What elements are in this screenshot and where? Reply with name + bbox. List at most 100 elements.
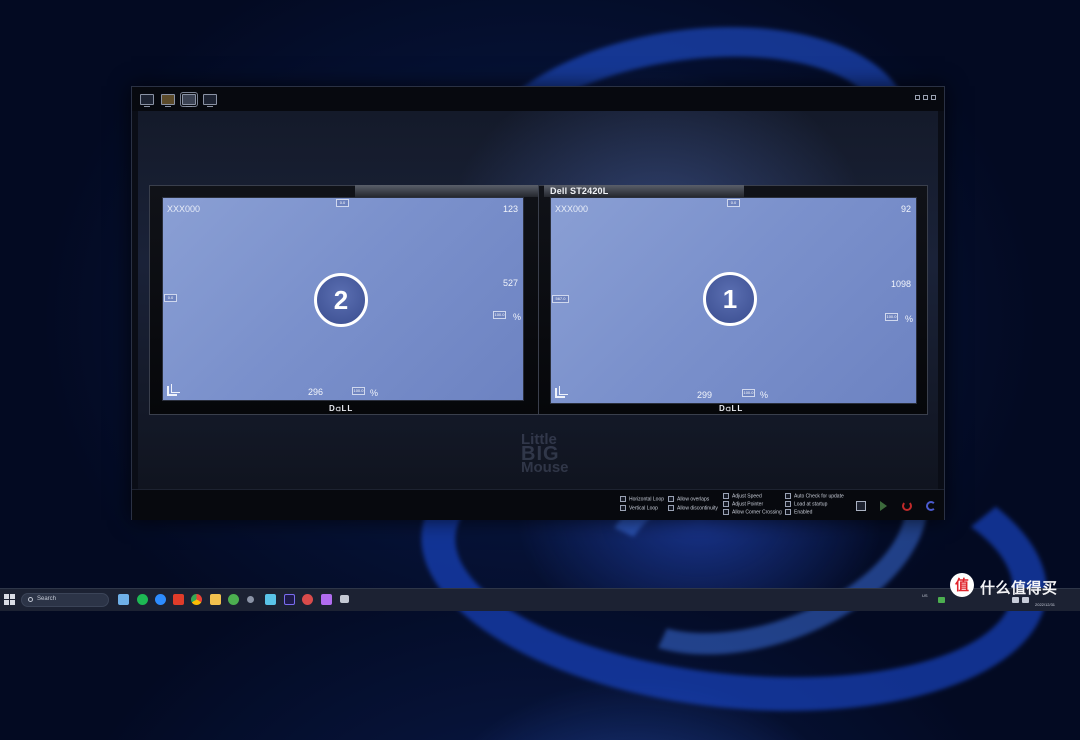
monitor-name: XXX000: [555, 204, 589, 214]
option-label: Auto Check for update: [794, 493, 844, 500]
option-label: Enabled: [794, 509, 813, 516]
monitor-screen[interactable]: XXX000 123 527 0.0 0.0 100.0 % 2 296 100…: [162, 197, 524, 401]
horizontal-loop-option[interactable]: Horizontal Loop: [620, 496, 664, 502]
refresh-icon[interactable]: [926, 501, 936, 511]
weather-icon[interactable]: [118, 594, 129, 605]
watermark-line: Mouse: [521, 459, 569, 476]
allow-corner-crossing-option[interactable]: Allow Corner Crossing: [723, 509, 782, 515]
options-bar: Horizontal Loop Vertical Loop Allow over…: [132, 489, 944, 520]
right-value: 527: [502, 278, 518, 288]
top-input[interactable]: 0.0: [336, 199, 349, 207]
app-circle-icon[interactable]: [302, 594, 313, 605]
window-controls: [915, 95, 936, 100]
tray-app-icon[interactable]: [938, 597, 945, 603]
site-logo-text: 什么值得买: [980, 580, 1058, 597]
percent-label: %: [905, 314, 914, 324]
percent-label: %: [370, 388, 379, 398]
brand-logo: D⫏LL: [719, 404, 744, 413]
left-input[interactable]: 0.0: [164, 294, 177, 302]
adjust-pointer-option[interactable]: Adjust Pointer: [723, 501, 763, 507]
monitor-2[interactable]: XXX000 123 527 0.0 0.0 100.0 % 2 296 100…: [149, 185, 539, 415]
app-watermark: Little BIG Mouse: [521, 432, 581, 476]
checkbox[interactable]: [668, 505, 674, 511]
vertical-loop-option[interactable]: Vertical Loop: [620, 505, 658, 511]
load-at-startup-option[interactable]: Load at startup: [785, 501, 827, 507]
chrome-icon[interactable]: [191, 594, 202, 605]
littlebigmouse-window: XXX000 123 527 0.0 0.0 100.0 % 2 296 100…: [131, 86, 945, 520]
bottom-input[interactable]: 100.0: [352, 387, 365, 395]
monitor-name: XXX000: [167, 204, 201, 214]
percent-label: %: [760, 390, 769, 400]
checkbox[interactable]: [723, 501, 729, 507]
size-corner-icon[interactable]: [167, 384, 180, 396]
play-icon[interactable]: [880, 501, 887, 511]
monitor-link-icon[interactable]: [180, 92, 198, 107]
checkbox[interactable]: [723, 493, 729, 499]
checkbox[interactable]: [620, 496, 626, 502]
checkbox[interactable]: [668, 496, 674, 502]
monitor-id-badge: 2: [314, 273, 368, 327]
settings-icon[interactable]: [247, 596, 254, 603]
allow-discontinuity-option[interactable]: Allow discontinuity: [668, 505, 718, 511]
file-explorer-icon[interactable]: [210, 594, 221, 605]
power-icon[interactable]: [902, 501, 912, 511]
zoom-icon[interactable]: [155, 594, 166, 605]
option-label: Allow discontinuity: [677, 505, 718, 512]
checkbox[interactable]: [620, 505, 626, 511]
littlebigmouse-icon[interactable]: [340, 595, 349, 603]
enabled-option[interactable]: Enabled: [785, 509, 812, 515]
search-icon: [28, 597, 33, 602]
monitor-id-badge: 1: [703, 272, 757, 326]
windows-start-icon[interactable]: [4, 594, 16, 606]
search-placeholder: Search: [37, 596, 57, 602]
monitor-dual-icon[interactable]: [203, 94, 217, 107]
taskbar: Search US 2022/12/31: [0, 588, 1080, 611]
bottom-value: 296: [308, 387, 324, 397]
monitor-screen[interactable]: XXX000 92 1098 0.0 567.0 100.0 % 1 299 1…: [550, 197, 917, 404]
size-corner-icon[interactable]: [555, 386, 568, 398]
app-purple-icon[interactable]: [321, 594, 332, 605]
right-input[interactable]: 100.0: [885, 313, 898, 321]
taskbar-search[interactable]: Search: [21, 593, 109, 607]
app-red-icon[interactable]: [173, 594, 184, 605]
save-icon[interactable]: [856, 501, 866, 511]
monitor-layout-canvas[interactable]: XXX000 123 527 0.0 0.0 100.0 % 2 296 100…: [138, 111, 938, 489]
checkbox[interactable]: [723, 509, 729, 515]
bottom-value: 299: [697, 390, 713, 400]
app-blue-icon[interactable]: [265, 594, 276, 605]
premiere-icon[interactable]: [284, 594, 295, 605]
adjust-speed-option[interactable]: Adjust Speed: [723, 493, 762, 499]
bezel-highlight: [355, 185, 539, 197]
clock-date: 2022/12/31: [1035, 602, 1056, 607]
right-input[interactable]: 100.0: [493, 311, 506, 319]
allow-overlaps-option[interactable]: Allow overlaps: [668, 496, 709, 502]
checkbox[interactable]: [785, 501, 791, 507]
top-value: 92: [900, 204, 911, 214]
checkbox[interactable]: [785, 493, 791, 499]
option-label: Load at startup: [794, 501, 828, 508]
brand-logo: D⫏LL: [329, 404, 354, 413]
option-label: Allow Corner Crossing: [732, 509, 782, 516]
checkbox[interactable]: [785, 509, 791, 515]
top-input[interactable]: 0.0: [727, 199, 740, 207]
auto-check-update-option[interactable]: Auto Check for update: [785, 493, 844, 499]
option-label: Horizontal Loop: [629, 496, 665, 503]
minimize-button[interactable]: [915, 95, 920, 100]
bottom-input[interactable]: 100.0: [742, 389, 755, 397]
maximize-button[interactable]: [923, 95, 928, 100]
option-label: Vertical Loop: [629, 505, 658, 512]
app-green-icon[interactable]: [228, 594, 239, 605]
close-button[interactable]: [931, 95, 936, 100]
spotify-icon[interactable]: [137, 594, 148, 605]
site-logo-icon: 值: [950, 573, 974, 597]
monitor-color-icon[interactable]: [161, 94, 175, 107]
monitor-model-label: Dell ST2420L: [550, 186, 609, 196]
top-value: 123: [502, 204, 518, 214]
option-label: Allow overlaps: [677, 496, 710, 503]
left-input[interactable]: 567.0: [552, 295, 569, 303]
monitor-1[interactable]: Dell ST2420L XXX000 92 1098 0.0 567.0 10…: [538, 185, 928, 415]
language-indicator[interactable]: US: [922, 593, 928, 598]
percent-label: %: [513, 312, 522, 322]
option-label: Adjust Speed: [732, 493, 762, 500]
monitor-icon[interactable]: [140, 94, 154, 107]
